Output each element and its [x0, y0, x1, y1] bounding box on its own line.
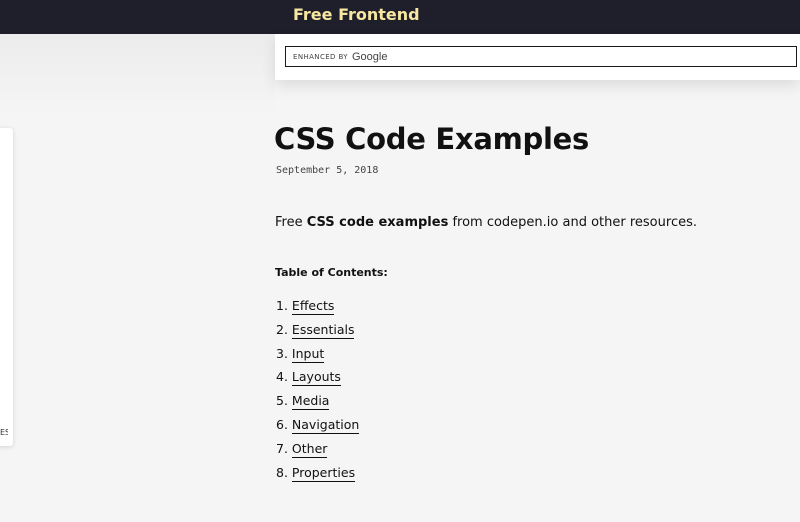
toc-item: 3. Input — [276, 345, 359, 369]
table-of-contents: 1. Effects 2. Essentials 3. Input 4. Lay… — [276, 297, 360, 488]
sidebar-partial-text: ES — [0, 428, 8, 437]
left-background-fade — [0, 34, 275, 114]
toc-item: 1. Effects — [276, 297, 359, 321]
intro-prefix: Free — [275, 215, 307, 230]
search-panel: ENHANCED BY Google — [275, 34, 800, 80]
toc-link-properties[interactable]: Properties — [291, 464, 356, 482]
toc-link-essentials[interactable]: Essentials — [291, 321, 355, 339]
intro-suffix: from codepen.io and other resources. — [448, 215, 697, 230]
toc-number: 6. — [276, 416, 288, 432]
toc-link-navigation[interactable]: Navigation — [291, 416, 360, 434]
toc-item: 2. Essentials — [276, 321, 359, 345]
toc-item: 4. Layouts — [276, 368, 359, 392]
sidebar-card[interactable] — [0, 128, 13, 446]
toc-link-media[interactable]: Media — [291, 393, 330, 411]
toc-number: 7. — [276, 440, 288, 456]
toc-number: 5. — [276, 393, 288, 409]
site-logo-link[interactable]: Free Frontend — [293, 5, 420, 24]
toc-item: 6. Navigation — [276, 416, 360, 440]
toc-number: 2. — [276, 321, 288, 337]
page-title: CSS Code Examples — [274, 122, 589, 156]
toc-link-other[interactable]: Other — [291, 440, 328, 458]
toc-number: 4. — [276, 369, 288, 385]
toc-link-input[interactable]: Input — [291, 345, 325, 363]
search-provider-label: Google — [351, 50, 388, 63]
toc-item: 8. Properties — [276, 464, 359, 488]
intro-paragraph: Free CSS code examples from codepen.io a… — [275, 215, 697, 230]
top-navigation-bar: Free Frontend — [0, 0, 800, 34]
toc-number: 1. — [276, 298, 288, 313]
toc-link-effects[interactable]: Effects — [291, 298, 335, 315]
toc-item: 5. Media — [276, 392, 359, 416]
search-enhanced-label: ENHANCED BY — [293, 52, 348, 61]
toc-number: 3. — [276, 345, 288, 361]
publish-date: September 5, 2018 — [276, 165, 379, 176]
search-input[interactable]: ENHANCED BY Google — [285, 46, 797, 67]
toc-link-layouts[interactable]: Layouts — [291, 369, 341, 387]
toc-item: 7. Other — [276, 440, 359, 464]
toc-number: 8. — [276, 464, 288, 480]
intro-bold: CSS code examples — [306, 215, 449, 230]
toc-heading: Table of Contents: — [275, 266, 388, 279]
